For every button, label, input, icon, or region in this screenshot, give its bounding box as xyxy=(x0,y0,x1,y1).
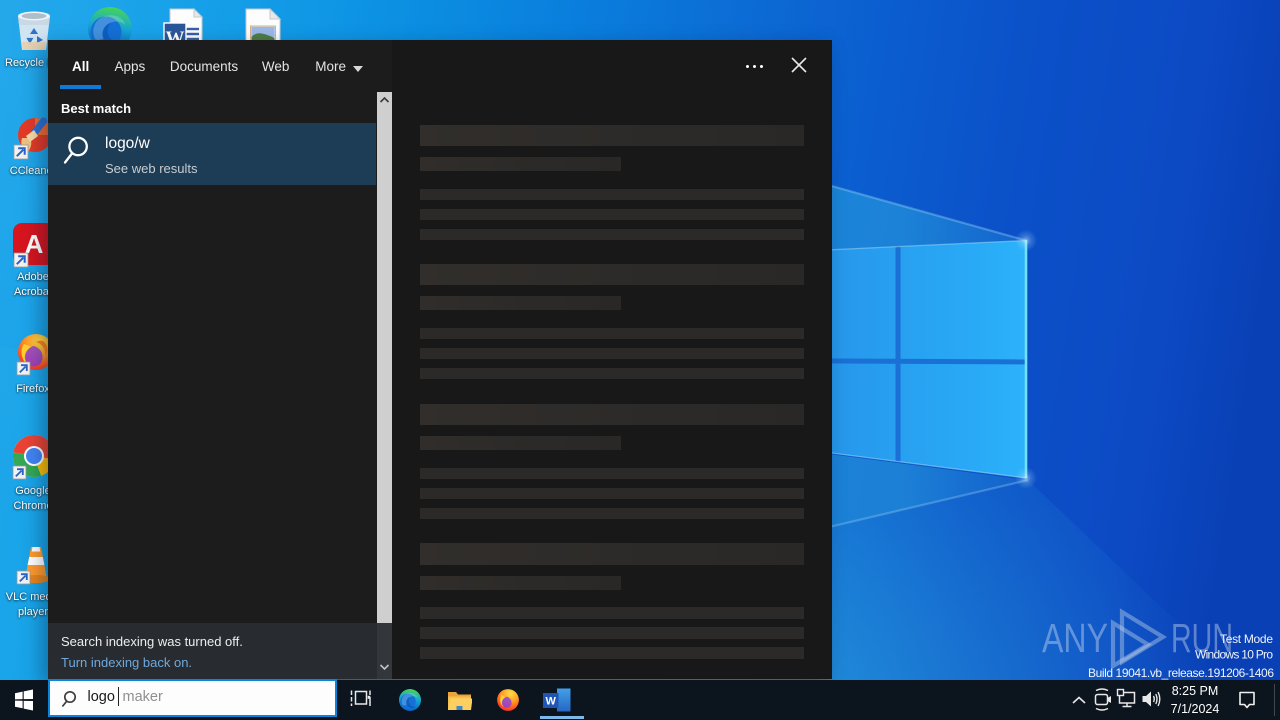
svg-text:ANY: ANY xyxy=(1042,615,1108,661)
svg-text:Build 19041.vb_release.191206-: Build 19041.vb_release.191206-1406 xyxy=(1088,666,1274,680)
svg-text:Test Mode: Test Mode xyxy=(1220,632,1273,646)
svg-text:W: W xyxy=(546,696,557,708)
svg-text:Windows 10 Pro: Windows 10 Pro xyxy=(1195,648,1273,662)
